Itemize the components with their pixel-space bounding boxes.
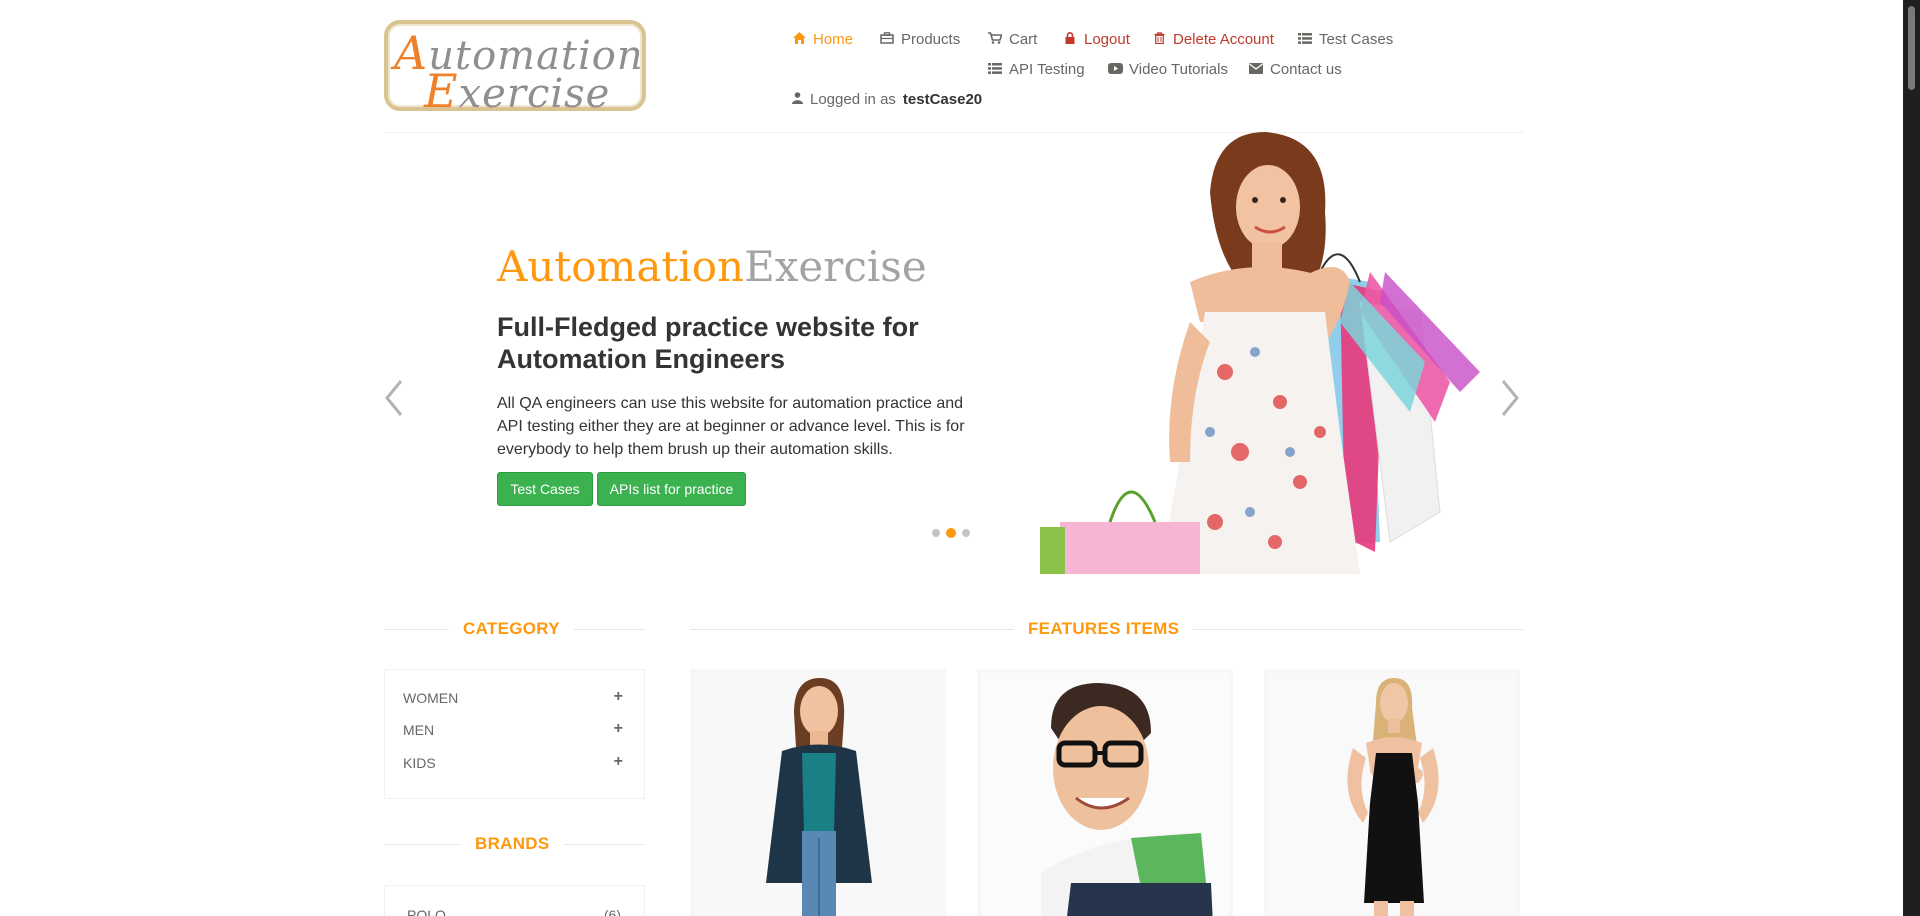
category-panel: WOMEN + MEN + KIDS + xyxy=(384,669,645,799)
nav-api-testing-label: API Testing xyxy=(1009,61,1085,78)
slider-brand-title: AutomationExercise xyxy=(497,242,927,291)
lock-icon xyxy=(1063,32,1077,47)
apis-list-button[interactable]: APIs list for practice xyxy=(597,472,746,506)
category-label: WOMEN xyxy=(403,690,459,706)
product-card-2[interactable] xyxy=(977,669,1233,916)
category-item-men[interactable]: MEN + xyxy=(403,721,623,739)
nav-logout-label: Logout xyxy=(1084,31,1130,48)
nav-home-label: Home xyxy=(813,31,854,48)
nav-products-label: Products xyxy=(901,31,961,48)
page: Automation Exercise Home Products Cart L… xyxy=(0,0,1903,916)
trash-icon xyxy=(1152,32,1166,47)
nav-products[interactable]: Products xyxy=(880,31,960,48)
vertical-scrollbar[interactable] xyxy=(1903,0,1920,916)
logged-in-prefix: Logged in as xyxy=(810,91,896,108)
brands-title: BRANDS xyxy=(461,834,564,854)
home-icon xyxy=(792,32,806,47)
category-label: KIDS xyxy=(403,755,436,771)
slider-heading: Full-Fledged practice website for Automa… xyxy=(497,312,919,374)
brand-item-polo[interactable]: POLO (6) xyxy=(407,907,621,916)
product-image-woman-cardigan xyxy=(694,673,942,916)
nav-cart-label: Cart xyxy=(1009,31,1038,48)
nav-video-tutorials-label: Video Tutorials xyxy=(1129,61,1228,78)
list-icon xyxy=(1298,32,1312,47)
product-card-1[interactable] xyxy=(690,669,946,916)
slider-next-arrow[interactable] xyxy=(1498,378,1522,418)
category-title: CATEGORY xyxy=(449,619,574,639)
slide-indicator-2[interactable] xyxy=(946,528,956,538)
slide-indicator-3[interactable] xyxy=(962,529,970,537)
product-card-3[interactable] xyxy=(1264,669,1520,916)
test-cases-button[interactable]: Test Cases xyxy=(497,472,593,506)
nav-contact-us-label: Contact us xyxy=(1270,61,1342,78)
plus-icon[interactable]: + xyxy=(614,754,623,771)
hero-image-girl-with-shopping-bags xyxy=(1040,132,1490,574)
nav-home[interactable]: Home xyxy=(792,31,853,48)
nav-cart[interactable]: Cart xyxy=(988,31,1037,48)
nav-logout[interactable]: Logout xyxy=(1063,31,1130,48)
plus-icon[interactable]: + xyxy=(614,721,623,738)
list-icon xyxy=(988,62,1002,77)
category-item-women[interactable]: WOMEN + xyxy=(403,689,623,707)
scrollbar-thumb[interactable] xyxy=(1908,6,1915,90)
slide-indicator-1[interactable] xyxy=(932,529,940,537)
nav-delete-account-label: Delete Account xyxy=(1173,31,1274,48)
user-icon xyxy=(792,91,803,108)
slider-indicators xyxy=(932,528,970,538)
category-item-kids[interactable]: KIDS + xyxy=(403,754,623,772)
slider-description: All QA engineers can use this website fo… xyxy=(497,395,965,458)
shopping-cart-icon xyxy=(988,32,1003,47)
nav-contact-us[interactable]: Contact us xyxy=(1249,61,1342,78)
nav-video-tutorials[interactable]: Video Tutorials xyxy=(1108,61,1228,78)
features-title: FEATURES ITEMS xyxy=(1014,619,1194,639)
youtube-play-icon xyxy=(1108,62,1123,77)
brand-name: POLO xyxy=(407,907,446,916)
slider-prev-arrow[interactable] xyxy=(382,378,406,418)
category-label: MEN xyxy=(403,722,435,738)
plus-icon[interactable]: + xyxy=(614,689,623,706)
nav-test-cases-label: Test Cases xyxy=(1319,31,1394,48)
product-image-woman-black-dress xyxy=(1268,673,1516,916)
brands-panel: POLO (6) xyxy=(384,885,645,916)
products-icon xyxy=(880,32,894,47)
product-image-man-polo xyxy=(981,673,1229,916)
envelope-icon xyxy=(1249,62,1263,77)
site-logo[interactable]: Automation Exercise xyxy=(384,20,646,118)
logo-line-2: Exercise xyxy=(424,64,611,118)
logged-in-status: Logged in as testCase20 xyxy=(792,91,982,108)
logged-in-username: testCase20 xyxy=(902,91,983,108)
brand-count: (6) xyxy=(603,907,621,916)
nav-api-testing[interactable]: API Testing xyxy=(988,61,1085,78)
nav-test-cases[interactable]: Test Cases xyxy=(1298,31,1393,48)
nav-delete-account[interactable]: Delete Account xyxy=(1152,31,1274,48)
